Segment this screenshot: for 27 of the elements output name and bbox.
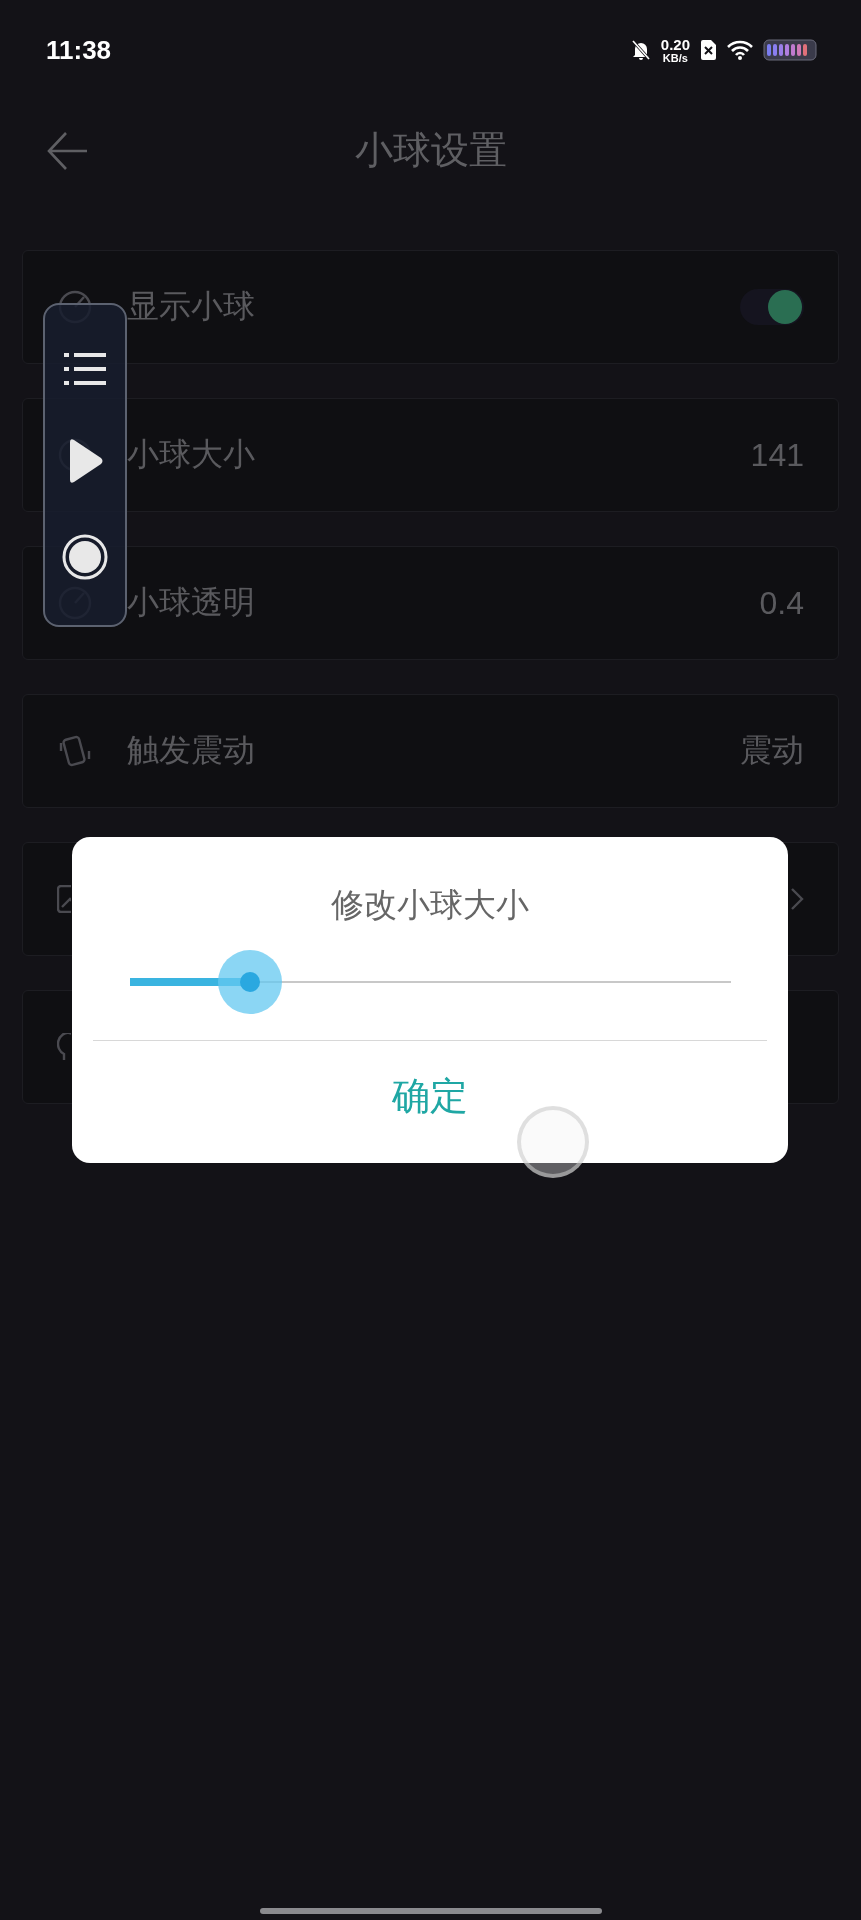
record-icon[interactable] [61,532,109,581]
net-speed: 0.20 [660,36,690,52]
confirm-button[interactable]: 确定 [376,1067,484,1126]
sim-icon [700,39,717,61]
row-label: 小球大小 [127,434,255,475]
wifi-icon [727,40,753,60]
bell-muted-icon [630,39,651,61]
row-label: 小球透明 [127,582,255,623]
vibrating-phone-icon [57,733,93,769]
dialog-title: 修改小球大小 [331,884,529,926]
row-value: 震动 [740,731,804,770]
chevron-icon [790,887,804,911]
settings-row[interactable]: 显示小球 [22,250,839,364]
back-icon[interactable] [46,130,88,172]
page-title: 小球设置 [354,126,507,174]
toggle-switch[interactable] [740,289,804,325]
row-value: 0.4 [759,584,804,622]
status-time: 11:38 [46,34,112,66]
settings-row[interactable]: 触发震动 震动 [22,694,839,808]
settings-row[interactable]: 小球大小 141 [22,398,839,512]
row-label: 触发震动 [127,730,255,771]
size-slider[interactable] [129,950,731,1014]
battery-icon [763,39,817,61]
settings-row[interactable]: 小球透明 0.4 [22,546,839,660]
row-label: 显示小球 [127,286,255,327]
net-speed-unit: KB/s [662,51,688,64]
row-value: 141 [750,436,804,474]
